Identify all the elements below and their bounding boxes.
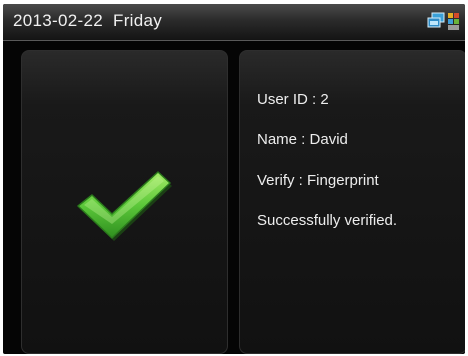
network-icon [427,12,445,35]
verification-message: Successfully verified. [257,212,398,229]
verify-method-label: Verify : Fingerprint [257,172,379,189]
device-status-icon [447,12,461,37]
status-bar: 2013-02-22 Friday [3,4,465,41]
user-id-label: User ID : 2 [257,91,329,108]
result-icon-panel [21,50,228,354]
device-screen: 2013-02-22 Friday User ID: 2 Name: Dav… [3,4,465,354]
user-name-label: Name : David [257,131,348,148]
date-label: 2013-02-22 Friday [13,11,163,30]
user-info-panel: User ID : 2 Name : David Verify : Finger… [239,50,465,354]
check-icon [74,166,174,246]
